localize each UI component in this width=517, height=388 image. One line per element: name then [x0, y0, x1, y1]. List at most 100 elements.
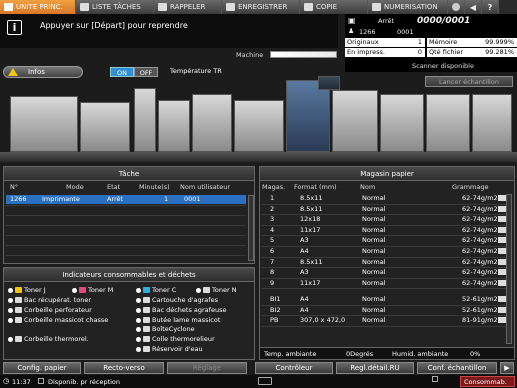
tab-numerisation[interactable]: NUMERISATION: [368, 0, 448, 14]
divider: [6, 225, 246, 226]
job-id: 1266: [359, 28, 376, 36]
job-header-no: N°: [10, 183, 19, 191]
paper-size: 8.5x11: [300, 194, 323, 202]
tab-label: LISTE TÂCHES: [92, 3, 141, 11]
folder-icon: [158, 3, 167, 11]
job-header-minutes: Minute(s): [139, 183, 170, 191]
glue-icon: [143, 336, 150, 342]
paper-scrollbar[interactable]: [506, 194, 512, 344]
status-dot: [136, 297, 141, 303]
infos-button[interactable]: Infos: [3, 66, 83, 78]
punch-waste-indicator: Corbeille perforateur: [8, 306, 92, 314]
divider: [6, 205, 246, 206]
divider: [6, 235, 246, 236]
binder-glue-indicator: Colle thermorelieur: [136, 335, 215, 343]
help-icon: ?: [487, 2, 493, 12]
status-dot: [136, 326, 141, 332]
paper-tray-row[interactable]: PB 307,0 x 472,0 Normal 81-91g/m2: [262, 316, 514, 327]
job-row[interactable]: 1266 Imprimante Arrêt 1 0001: [6, 195, 246, 204]
toner-c-indicator: Toner C: [136, 286, 176, 294]
status-dot: [8, 307, 13, 313]
ru-detail-button[interactable]: Regl.détail.RU: [336, 362, 414, 374]
sample-setting-button[interactable]: Conf. échantillon: [417, 362, 497, 374]
status-dot: [136, 307, 141, 313]
paper-tray-row[interactable]: 9 11x17 Normal 62-74g/m2: [262, 279, 514, 290]
controller-button[interactable]: Contrôleur: [255, 362, 333, 374]
tab-rappeler[interactable]: RAPPELER: [154, 0, 222, 14]
paper-tray-row[interactable]: BI2 A4 Normal 52-61g/m2: [262, 305, 514, 317]
paper-tray-row[interactable]: 2 8.5x11 Normal 62-74g/m2: [262, 204, 514, 216]
paper-tray-row[interactable]: 7 8.5x11 Normal 62-74g/m2: [262, 257, 514, 269]
tab-label: COPIE: [316, 3, 338, 11]
home-icon: [4, 3, 13, 11]
paper-size: A3: [300, 268, 309, 277]
adjustment-button[interactable]: Réglage: [167, 362, 247, 374]
tab-liste-taches[interactable]: LISTE TÂCHES: [76, 0, 154, 14]
paper-weight: 62-74g/m2: [462, 236, 498, 245]
paper-weight: 52-61g/m2: [462, 305, 498, 314]
duplex-button[interactable]: Recto-verso: [84, 362, 164, 374]
paper-size: A4: [300, 305, 309, 314]
paper-tray-row[interactable]: 5 A3 Normal 62-74g/m2: [262, 236, 514, 247]
paper-header-tray: Magas.: [262, 183, 286, 191]
paper-name: Normal: [362, 236, 386, 245]
state-label: Arrêt: [378, 17, 395, 25]
binder-waste-indicator: Corbeille thermorel.: [8, 335, 89, 343]
keyboard-icon[interactable]: [258, 377, 272, 385]
paper-tray-id: 4: [270, 225, 275, 234]
paper-size: 8.5x11: [300, 204, 323, 213]
staple-cartridge-indicator: Cartouche d'agrafes: [136, 296, 218, 304]
paper-tray-row[interactable]: 4 11x17 Normal 62-74g/m2: [262, 225, 514, 237]
folder-unit: [192, 94, 232, 152]
consumables-alert-button[interactable]: Consommab.: [460, 376, 515, 387]
tab-label: ENREGISTRER: [238, 3, 288, 11]
temp-on-button[interactable]: ON: [110, 67, 134, 77]
paper-name: Normal: [362, 257, 386, 266]
paper-tray-id: 1: [270, 194, 275, 202]
cons-label: Toner C: [152, 286, 177, 294]
job-panel: Tâche N° Mode Etat Minute(s) Nom utilisa…: [3, 166, 255, 264]
cons-label: Bac déchets agrafeuse: [152, 306, 227, 314]
next-page-button[interactable]: ▶: [500, 362, 514, 374]
originals-label: Originaux: [347, 38, 379, 46]
memory-label: Mémoire: [429, 38, 458, 46]
paper-tray-row[interactable]: BI1 A4 Normal 52-61g/m2: [262, 295, 514, 306]
tab-enregistrer[interactable]: ENREGISTRER: [222, 0, 300, 14]
toner-cyan-icon: [143, 287, 150, 293]
trimmer-blade-indicator: Butée lame massicot: [136, 316, 220, 324]
trimmer-waste-indicator: Corbeille massicot chasse: [8, 316, 108, 324]
machine-progress-fill: [271, 52, 336, 57]
status-dot: [136, 336, 141, 342]
machine-illustration: [0, 76, 517, 162]
scanner-unit: [318, 76, 340, 90]
tab-copie[interactable]: COPIE: [300, 0, 368, 14]
paper-tray-row[interactable]: 8 A3 Normal 62-74g/m2: [262, 268, 514, 279]
staple-icon: [143, 297, 150, 303]
pause-icon: [432, 376, 438, 382]
ambient-temp-value: 0Degrés: [346, 350, 374, 358]
paper-weight: 81-91g/m2: [462, 316, 498, 325]
temperature-label: Température TR: [170, 67, 222, 75]
cons-label: Toner N: [212, 286, 237, 294]
large-tray-unit-3: [472, 94, 512, 152]
printing-label: En impress.: [347, 48, 385, 56]
paper-tray-row[interactable]: 3 12x18 Normal 62-74g/m2: [262, 215, 514, 226]
paper-tray-row[interactable]: 1 8.5x11 Normal 62-74g/m2: [262, 194, 514, 205]
paper-setting-button[interactable]: Config. papier: [3, 362, 81, 374]
temp-off-button[interactable]: OFF: [134, 67, 158, 77]
paper-name: Normal: [362, 295, 386, 303]
paper-tray-row[interactable]: 6 A4 Normal 62-74g/m2: [262, 247, 514, 258]
blade-icon: [143, 317, 150, 323]
volume-button[interactable]: ◀: [465, 0, 482, 14]
paper-size: A3: [300, 236, 309, 245]
machine-floor: [0, 152, 517, 162]
help-button[interactable]: ?: [482, 0, 499, 14]
job-scrollbar[interactable]: [248, 195, 254, 261]
info-icon: i: [7, 20, 22, 35]
tab-unite-princ[interactable]: UNITE PRINC.: [0, 0, 76, 14]
globe-icon: [452, 3, 460, 11]
paper-weight: 62-74g/m2: [462, 225, 498, 234]
globe-button[interactable]: [448, 0, 465, 14]
memory-row: Mémoire 99.999%: [427, 38, 517, 47]
cons-label: Réservoir d'eau: [152, 345, 203, 353]
